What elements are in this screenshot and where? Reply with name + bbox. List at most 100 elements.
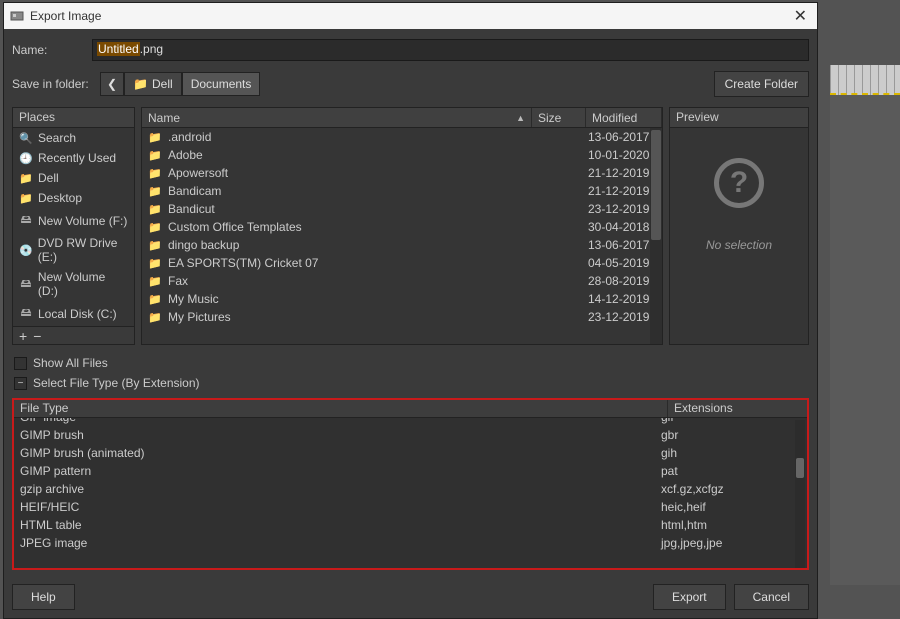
folder-icon: 📁 bbox=[148, 149, 162, 162]
name-row: Name: Untitled.png bbox=[4, 29, 817, 67]
folder-icon: 📁 bbox=[148, 257, 162, 270]
scrollbar-thumb[interactable] bbox=[651, 130, 661, 240]
place-item[interactable]: 🔍Search bbox=[13, 128, 134, 148]
filetype-name: GIMP brush (animated) bbox=[20, 446, 661, 460]
file-row[interactable]: 📁Fax28-08-2019 bbox=[142, 272, 662, 290]
col-size[interactable]: Size bbox=[532, 108, 586, 127]
export-button[interactable]: Export bbox=[653, 584, 726, 610]
path-segment-documents[interactable]: Documents bbox=[182, 72, 261, 96]
folder-icon: 📁 bbox=[148, 311, 162, 324]
file-modified: 23-12-2019 bbox=[588, 202, 656, 216]
filetype-name: HEIF/HEIC bbox=[20, 500, 661, 514]
file-row[interactable]: 📁Bandicut23-12-2019 bbox=[142, 200, 662, 218]
filetype-row[interactable]: GIMP brushgbr bbox=[14, 426, 807, 444]
file-modified: 30-04-2018 bbox=[588, 220, 656, 234]
add-place-button[interactable]: + bbox=[19, 328, 27, 344]
filename-ext: .png bbox=[140, 42, 163, 56]
places-panel: Places 🔍Search🕘Recently Used📁Dell📁Deskto… bbox=[12, 107, 135, 345]
close-button[interactable]: ✕ bbox=[790, 6, 811, 26]
filetype-row[interactable]: HEIF/HEICheic,heif bbox=[14, 498, 807, 516]
place-label: Dell bbox=[38, 171, 59, 185]
browser-area: Places 🔍Search🕘Recently Used📁Dell📁Deskto… bbox=[4, 107, 817, 350]
filetype-row[interactable]: HTML tablehtml,htm bbox=[14, 516, 807, 534]
place-item[interactable]: 🕘Recently Used bbox=[13, 148, 134, 168]
file-row[interactable]: 📁dingo backup13-06-2017 bbox=[142, 236, 662, 254]
filename-input[interactable]: Untitled.png bbox=[92, 39, 809, 61]
folder-icon: 📁 bbox=[148, 221, 162, 234]
filetype-row[interactable]: JPEG imagejpg,jpeg,jpe bbox=[14, 534, 807, 552]
canvas-area bbox=[830, 95, 900, 585]
drive-icon: 🖴 bbox=[19, 275, 33, 294]
file-modified: 04-05-2019 bbox=[588, 256, 656, 270]
folder-icon: 📁 bbox=[148, 185, 162, 198]
file-modified: 28-08-2019 bbox=[588, 274, 656, 288]
filetype-ext: xcf.gz,xcfgz bbox=[661, 482, 801, 496]
file-row[interactable]: 📁Apowersoft21-12-2019 bbox=[142, 164, 662, 182]
help-button[interactable]: Help bbox=[12, 584, 75, 610]
col-extensions[interactable]: Extensions bbox=[667, 400, 807, 417]
col-name[interactable]: Name▲ bbox=[142, 108, 532, 127]
place-item[interactable]: 🖴New Volume (D:) bbox=[13, 267, 134, 301]
path-segment-dell[interactable]: 📁Dell bbox=[124, 72, 182, 96]
filetype-expander[interactable]: − bbox=[14, 377, 27, 390]
filetype-scrollbar[interactable] bbox=[795, 420, 805, 568]
file-row[interactable]: 📁My Pictures23-12-2019 bbox=[142, 308, 662, 326]
place-item[interactable]: 📁Dell bbox=[13, 168, 134, 188]
filetype-ext: heic,heif bbox=[661, 500, 801, 514]
filetype-row[interactable]: GIMP brush (animated)gih bbox=[14, 444, 807, 462]
file-modified: 21-12-2019 bbox=[588, 184, 656, 198]
file-name: Apowersoft bbox=[168, 166, 534, 180]
file-row[interactable]: 📁.android13-06-2017 bbox=[142, 128, 662, 146]
path-back-button[interactable]: ❮ bbox=[100, 72, 124, 96]
place-label: Local Disk (C:) bbox=[38, 307, 117, 321]
file-name: My Music bbox=[168, 292, 534, 306]
places-header: Places bbox=[13, 108, 134, 128]
show-all-checkbox[interactable] bbox=[14, 357, 27, 370]
file-modified: 13-06-2017 bbox=[588, 130, 656, 144]
files-header: Name▲ Size Modified bbox=[142, 108, 662, 128]
place-item[interactable]: 🖴New Volume (F:) bbox=[13, 208, 134, 233]
file-row[interactable]: 📁My Music14-12-2019 bbox=[142, 290, 662, 308]
file-modified: 14-12-2019 bbox=[588, 292, 656, 306]
filetype-name: GIF image bbox=[20, 418, 661, 424]
filetype-name: JPEG image bbox=[20, 536, 661, 550]
place-item[interactable]: 📁Desktop bbox=[13, 188, 134, 208]
files-scrollbar[interactable] bbox=[650, 128, 662, 344]
scrollbar-thumb[interactable] bbox=[796, 458, 804, 478]
titlebar: Export Image ✕ bbox=[4, 3, 817, 29]
file-modified: 10-01-2020 bbox=[588, 148, 656, 162]
filetype-row[interactable]: GIMP patternpat bbox=[14, 462, 807, 480]
select-filetype-row[interactable]: − Select File Type (By Extension) bbox=[4, 376, 817, 396]
filetype-ext: pat bbox=[661, 464, 801, 478]
file-row[interactable]: 📁EA SPORTS(TM) Cricket 0704-05-2019 bbox=[142, 254, 662, 272]
select-filetype-label: Select File Type (By Extension) bbox=[33, 376, 200, 390]
filetype-row[interactable]: gzip archivexcf.gz,xcfgz bbox=[14, 480, 807, 498]
col-modified[interactable]: Modified bbox=[586, 108, 662, 127]
file-row[interactable]: 📁Custom Office Templates30-04-2018 bbox=[142, 218, 662, 236]
file-modified: 23-12-2019 bbox=[588, 310, 656, 324]
places-list: 🔍Search🕘Recently Used📁Dell📁Desktop🖴New V… bbox=[13, 128, 134, 326]
file-row[interactable]: 📁Adobe10-01-2020 bbox=[142, 146, 662, 164]
filetype-ext: gih bbox=[661, 446, 801, 460]
filename-selection: Untitled bbox=[97, 42, 140, 56]
filetype-panel: File Type Extensions GIF imagegifGIMP br… bbox=[12, 398, 809, 570]
col-filetype[interactable]: File Type bbox=[14, 400, 667, 417]
file-row[interactable]: 📁Bandicam21-12-2019 bbox=[142, 182, 662, 200]
folder-icon: 📁 bbox=[148, 239, 162, 252]
place-label: Recently Used bbox=[38, 151, 116, 165]
remove-place-button[interactable]: − bbox=[33, 328, 41, 344]
no-selection-text: No selection bbox=[706, 238, 772, 252]
search-icon: 🔍 bbox=[19, 132, 33, 145]
sort-asc-icon: ▲ bbox=[516, 113, 525, 123]
place-item[interactable]: 🖴Local Disk (C:) bbox=[13, 301, 134, 326]
place-item[interactable]: 💿DVD RW Drive (E:) bbox=[13, 233, 134, 267]
place-label: Desktop bbox=[38, 191, 82, 205]
path-bar: ❮ 📁Dell Documents bbox=[100, 72, 260, 96]
preview-header: Preview bbox=[670, 108, 808, 128]
cancel-button[interactable]: Cancel bbox=[734, 584, 809, 610]
filetype-row[interactable]: GIF imagegif bbox=[14, 418, 807, 426]
show-all-row[interactable]: Show All Files bbox=[4, 350, 817, 376]
create-folder-button[interactable]: Create Folder bbox=[714, 71, 809, 97]
name-label: Name: bbox=[12, 43, 82, 57]
folder-icon: 📁 bbox=[148, 275, 162, 288]
